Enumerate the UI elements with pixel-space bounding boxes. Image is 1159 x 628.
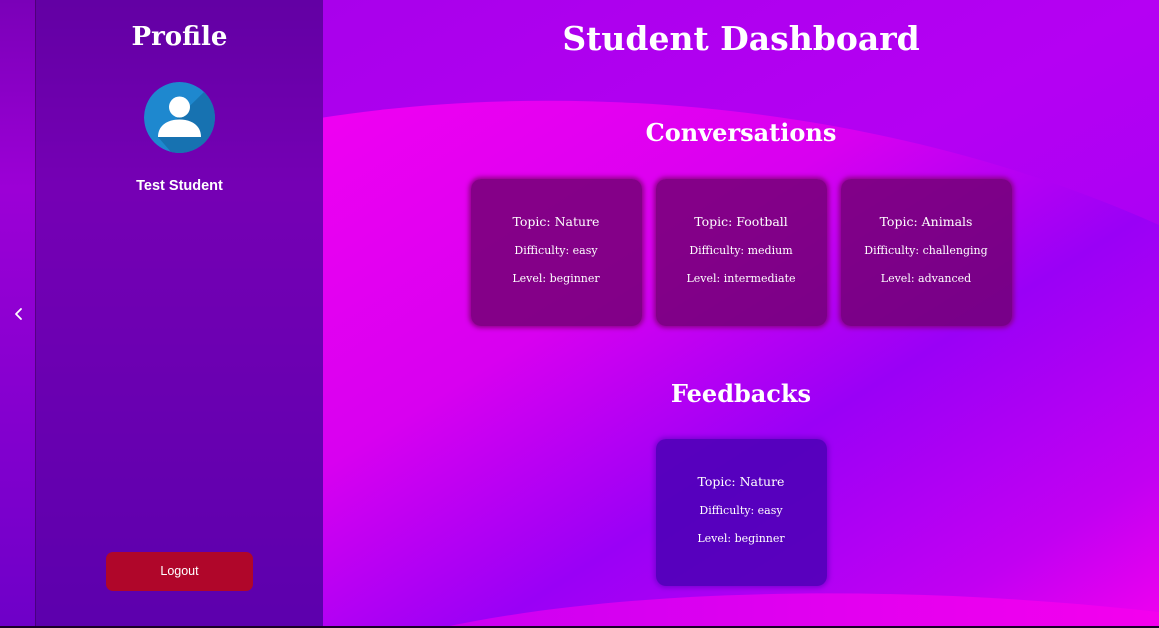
card-difficulty: Difficulty: medium (689, 244, 793, 257)
user-name: Test Student (136, 178, 223, 194)
card-level: Level: beginner (512, 272, 600, 285)
card-difficulty: Difficulty: easy (514, 244, 598, 257)
feedbacks-heading: Feedbacks (670, 379, 812, 408)
user-avatar-icon (144, 82, 215, 153)
sidebar-title: Profile (131, 22, 228, 52)
page-title: Student Dashboard (562, 19, 920, 58)
conversation-card[interactable]: Topic: Football Difficulty: medium Level… (655, 179, 827, 326)
card-difficulty: Difficulty: easy (699, 504, 783, 517)
conversation-card[interactable]: Topic: Nature Difficulty: easy Level: be… (470, 179, 642, 326)
conversation-card[interactable]: Topic: Animals Difficulty: challenging L… (840, 179, 1012, 326)
card-topic: Topic: Football (694, 214, 788, 229)
chevron-left-icon (12, 306, 26, 320)
conversations-list: Topic: Nature Difficulty: easy Level: be… (323, 179, 1159, 326)
feedback-card[interactable]: Topic: Nature Difficulty: easy Level: be… (655, 439, 827, 586)
card-topic: Topic: Animals (879, 214, 973, 229)
card-difficulty: Difficulty: challenging (864, 244, 988, 257)
dashboard-main: Student Dashboard Conversations Topic: N… (323, 0, 1159, 626)
card-topic: Topic: Nature (697, 474, 785, 489)
logout-button[interactable]: Logout (106, 552, 253, 591)
card-level: Level: advanced (880, 272, 972, 285)
sidebar-collapse-toggle[interactable] (0, 0, 36, 626)
profile-sidebar: Profile Test Student Logout (36, 0, 323, 626)
card-level: Level: beginner (697, 532, 785, 545)
card-level: Level: intermediate (686, 272, 796, 285)
conversations-heading: Conversations (645, 118, 837, 147)
feedbacks-list: Topic: Nature Difficulty: easy Level: be… (323, 439, 1159, 586)
card-topic: Topic: Nature (512, 214, 600, 229)
